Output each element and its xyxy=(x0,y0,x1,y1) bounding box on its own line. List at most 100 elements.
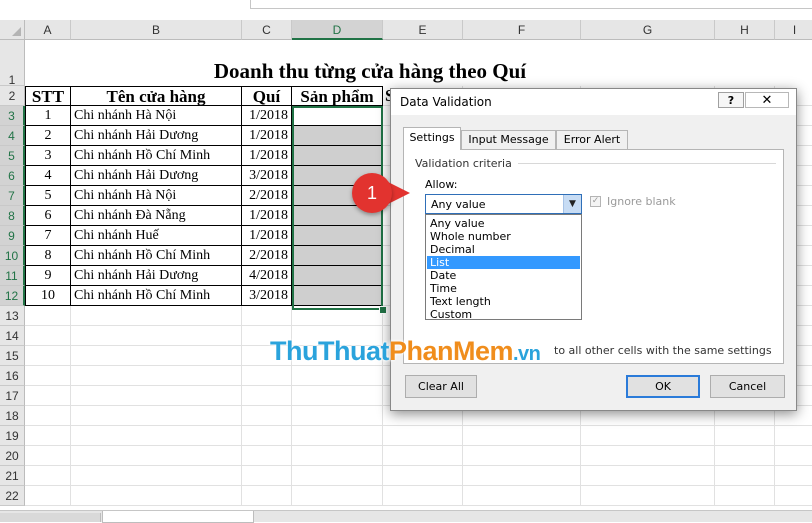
row-header-22[interactable]: 22 xyxy=(0,486,25,506)
cell[interactable] xyxy=(775,446,812,466)
row-header-4[interactable]: 4 xyxy=(0,126,25,146)
allow-option-decimal[interactable]: Decimal xyxy=(427,243,580,256)
row-header-18[interactable]: 18 xyxy=(0,406,25,426)
help-button[interactable]: ? xyxy=(718,92,744,108)
column-header-d[interactable]: D xyxy=(292,20,383,40)
cell[interactable] xyxy=(775,40,812,86)
cell[interactable] xyxy=(242,446,292,466)
row-header-10[interactable]: 10 xyxy=(0,246,25,266)
cell[interactable] xyxy=(715,446,775,466)
cell[interactable] xyxy=(242,386,292,406)
cell[interactable] xyxy=(242,366,292,386)
cell[interactable] xyxy=(242,486,292,506)
store-name-cell[interactable]: Chi nhánh Hồ Chí Minh xyxy=(71,146,242,166)
quarter-cell[interactable]: 3/2018 xyxy=(242,286,292,306)
store-header[interactable]: Tên cửa hàng xyxy=(71,86,242,106)
cell[interactable] xyxy=(25,386,71,406)
product-cell[interactable] xyxy=(292,226,383,246)
column-header-h[interactable]: H xyxy=(715,20,775,40)
quarter-cell[interactable]: 3/2018 xyxy=(242,166,292,186)
quarter-cell[interactable]: 1/2018 xyxy=(242,126,292,146)
quarter-cell[interactable]: 2/2018 xyxy=(242,186,292,206)
row-header-20[interactable]: 20 xyxy=(0,446,25,466)
row-header-5[interactable]: 5 xyxy=(0,146,25,166)
column-header-b[interactable]: B xyxy=(71,20,242,40)
cell[interactable] xyxy=(383,486,463,506)
cell[interactable] xyxy=(775,466,812,486)
fill-handle[interactable] xyxy=(379,306,387,314)
stt-cell[interactable]: 2 xyxy=(25,126,71,146)
store-name-cell[interactable]: Chi nhánh Hà Nội xyxy=(71,106,242,126)
row-header-6[interactable]: 6 xyxy=(0,166,25,186)
allow-option-whole-number[interactable]: Whole number xyxy=(427,230,580,243)
allow-option-text-length[interactable]: Text length xyxy=(427,295,580,308)
cell[interactable] xyxy=(292,486,383,506)
row-header-2[interactable]: 2 xyxy=(0,86,25,106)
cell[interactable] xyxy=(242,306,292,326)
cell[interactable] xyxy=(292,366,383,386)
allow-option-time[interactable]: Time xyxy=(427,282,580,295)
row-header-19[interactable]: 19 xyxy=(0,426,25,446)
stt-cell[interactable]: 3 xyxy=(25,146,71,166)
tab-input-message[interactable]: Input Message xyxy=(461,130,556,149)
close-button[interactable]: ✕ xyxy=(745,92,789,108)
cell[interactable] xyxy=(71,426,242,446)
stt-cell[interactable]: 4 xyxy=(25,166,71,186)
sheet-tab-active[interactable] xyxy=(102,511,254,523)
cell[interactable] xyxy=(71,386,242,406)
product-cell[interactable] xyxy=(292,126,383,146)
cell[interactable] xyxy=(581,446,715,466)
cell[interactable] xyxy=(581,426,715,446)
cell[interactable] xyxy=(715,40,775,86)
chevron-down-icon[interactable]: ▼ xyxy=(563,195,581,213)
row-header-8[interactable]: 8 xyxy=(0,206,25,226)
store-name-cell[interactable]: Chi nhánh Hồ Chí Minh xyxy=(71,246,242,266)
cell[interactable] xyxy=(71,326,242,346)
quarter-cell[interactable]: 1/2018 xyxy=(242,146,292,166)
cell[interactable] xyxy=(715,426,775,446)
cell[interactable] xyxy=(25,326,71,346)
row-header-7[interactable]: 7 xyxy=(0,186,25,206)
cancel-button[interactable]: Cancel xyxy=(710,375,785,398)
cell[interactable] xyxy=(581,486,715,506)
stt-cell[interactable]: 5 xyxy=(25,186,71,206)
allow-option-any-value[interactable]: Any value xyxy=(427,217,580,230)
cell[interactable] xyxy=(25,366,71,386)
cell[interactable] xyxy=(25,306,71,326)
store-name-cell[interactable]: Chi nhánh Hải Dương xyxy=(71,126,242,146)
cell[interactable] xyxy=(25,486,71,506)
cell[interactable] xyxy=(25,426,71,446)
stt-cell[interactable]: 1 xyxy=(25,106,71,126)
quarter-cell[interactable]: 1/2018 xyxy=(242,106,292,126)
store-name-cell[interactable]: Chi nhánh Hồ Chí Minh xyxy=(71,286,242,306)
quarter-cell[interactable]: 4/2018 xyxy=(242,266,292,286)
cell[interactable] xyxy=(292,306,383,326)
allow-option-custom[interactable]: Custom xyxy=(427,308,580,321)
column-header-f[interactable]: F xyxy=(463,20,581,40)
cell[interactable] xyxy=(463,466,581,486)
quarter-cell[interactable]: 1/2018 xyxy=(242,226,292,246)
cell[interactable] xyxy=(25,446,71,466)
clear-all-button[interactable]: Clear All xyxy=(405,375,477,398)
dialog-titlebar[interactable]: Data Validation ? ✕ xyxy=(391,89,796,115)
cell[interactable] xyxy=(715,466,775,486)
row-header-14[interactable]: 14 xyxy=(0,326,25,346)
stt-cell[interactable]: 10 xyxy=(25,286,71,306)
stt-cell[interactable]: 6 xyxy=(25,206,71,226)
store-name-cell[interactable]: Chi nhánh Hải Dương xyxy=(71,266,242,286)
cell[interactable] xyxy=(71,466,242,486)
cell[interactable] xyxy=(463,446,581,466)
product-header[interactable]: Sản phẩm xyxy=(292,86,383,106)
cell[interactable] xyxy=(292,466,383,486)
row-header-1[interactable]: 1 xyxy=(0,40,25,87)
product-cell[interactable] xyxy=(292,266,383,286)
cell[interactable] xyxy=(242,466,292,486)
cell[interactable] xyxy=(25,406,71,426)
select-all-corner[interactable] xyxy=(0,20,25,40)
product-cell[interactable] xyxy=(292,246,383,266)
product-cell[interactable] xyxy=(292,146,383,166)
cell[interactable] xyxy=(383,446,463,466)
cell[interactable] xyxy=(25,466,71,486)
cell[interactable] xyxy=(71,366,242,386)
cell[interactable] xyxy=(715,486,775,506)
